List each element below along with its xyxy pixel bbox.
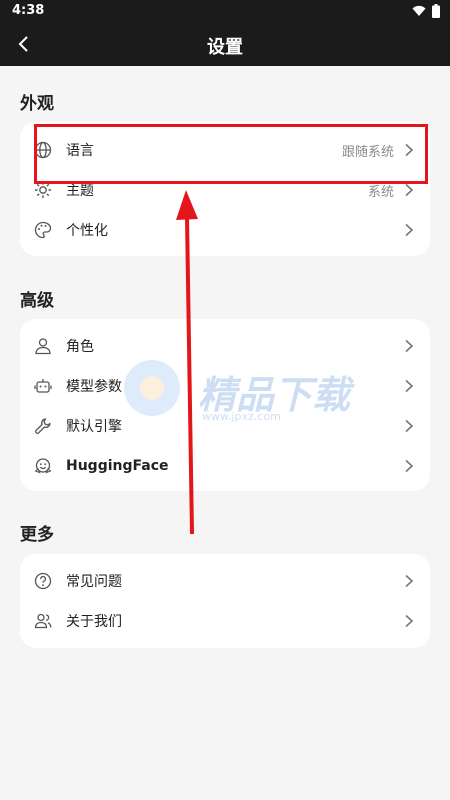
setting-about-label: 关于我们 [66,614,122,630]
chevron-right-icon [405,339,414,353]
chevron-right-icon [405,379,414,393]
setting-about[interactable]: 关于我们 [20,601,430,641]
section-title-more: 更多 [20,525,54,545]
setting-role[interactable]: 角色 [20,326,430,366]
huggingface-icon [34,458,52,474]
status-icons [412,4,440,18]
chevron-right-icon [405,574,414,588]
setting-huggingface-label: HuggingFace [66,458,169,474]
section-title-appearance: 外观 [20,94,54,114]
status-bar: 4:38 [0,0,450,22]
chevron-right-icon [405,183,414,197]
setting-huggingface[interactable]: HuggingFace [20,446,430,486]
battery-icon [432,4,440,18]
setting-model-params-label: 模型参数 [66,379,122,395]
setting-role-label: 角色 [66,339,94,355]
wifi-icon [412,5,426,16]
question-icon [34,572,52,590]
palette-icon [34,221,52,239]
chevron-right-icon [405,419,414,433]
annotation-arrow-icon [176,190,198,535]
page-title: 设置 [207,37,243,58]
robot-icon [34,379,52,393]
watermark-subtext: www.jpxz.com [202,410,281,423]
chevron-right-icon [405,223,414,237]
section-title-advanced: 高级 [20,291,54,311]
setting-faq[interactable]: 常见问题 [20,561,430,601]
setting-faq-label: 常见问题 [66,574,122,590]
setting-personalize-label: 个性化 [66,223,108,239]
chevron-right-icon [405,459,414,473]
wrench-icon [35,418,51,434]
annotation-highlight-box [34,124,428,184]
app-bar: 设置 [0,22,450,66]
status-time: 4:38 [12,3,45,18]
person-icon [35,338,51,355]
setting-personalize[interactable]: 个性化 [20,210,430,250]
setting-default-engine-label: 默认引擎 [66,419,122,435]
people-icon [34,613,52,629]
more-card: 常见问题 关于我们 [20,554,430,648]
chevron-right-icon [405,614,414,628]
